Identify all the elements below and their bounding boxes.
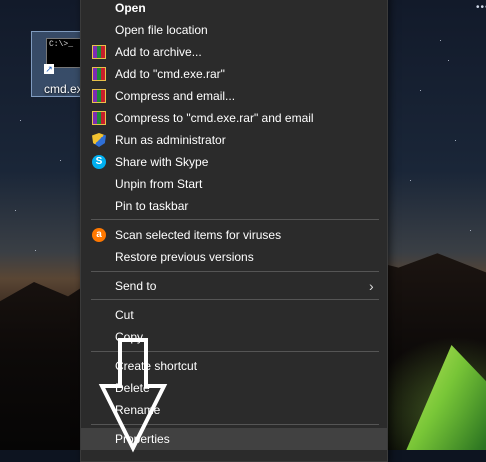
avast-icon: a <box>92 228 106 242</box>
top-dots: ••• <box>476 2 486 13</box>
menu-item-pin-to-taskbar[interactable]: Pin to taskbar <box>81 195 387 217</box>
menu-item-open-file-location[interactable]: Open file location <box>81 19 387 41</box>
menu-separator <box>91 351 379 352</box>
skype-icon: S <box>92 155 106 169</box>
menu-item-label: Delete <box>115 381 150 395</box>
menu-item-scan-for-viruses[interactable]: a Scan selected items for viruses <box>81 224 387 246</box>
menu-separator <box>91 271 379 272</box>
menu-item-delete[interactable]: Delete <box>81 377 387 399</box>
menu-item-label: Run as administrator <box>115 133 226 147</box>
menu-item-add-to-cmd-rar[interactable]: Add to "cmd.exe.rar" <box>81 63 387 85</box>
menu-separator <box>91 424 379 425</box>
context-menu: Open Open file location Add to archive..… <box>80 0 388 462</box>
menu-item-label: Open file location <box>115 23 208 37</box>
menu-item-label: Compress to "cmd.exe.rar" and email <box>115 111 314 125</box>
winrar-icon <box>92 111 106 125</box>
menu-item-label: Pin to taskbar <box>115 199 189 213</box>
menu-item-label: Cut <box>115 308 134 322</box>
menu-item-restore-previous-versions[interactable]: Restore previous versions <box>81 246 387 268</box>
menu-item-compress-and-email[interactable]: Compress and email... <box>81 85 387 107</box>
menu-item-properties[interactable]: Properties <box>81 428 387 450</box>
menu-item-copy[interactable]: Copy <box>81 326 387 348</box>
menu-item-open[interactable]: Open <box>81 0 387 19</box>
menu-item-label: Rename <box>115 403 161 417</box>
menu-item-rename[interactable]: Rename <box>81 399 387 421</box>
menu-item-label: Scan selected items for viruses <box>115 228 282 242</box>
menu-separator <box>91 219 379 220</box>
menu-item-label: Add to archive... <box>115 45 202 59</box>
menu-item-label: Create shortcut <box>115 359 198 373</box>
winrar-icon <box>92 45 106 59</box>
menu-item-unpin-from-start[interactable]: Unpin from Start <box>81 173 387 195</box>
winrar-icon <box>92 67 106 81</box>
menu-item-run-as-administrator[interactable]: Run as administrator <box>81 129 387 151</box>
shortcut-arrow-icon: ↗ <box>44 64 54 74</box>
menu-item-label: Compress and email... <box>115 89 236 103</box>
menu-item-label: Unpin from Start <box>115 177 203 191</box>
menu-item-label: Copy <box>115 330 144 344</box>
menu-item-send-to[interactable]: Send to › <box>81 275 387 297</box>
chevron-right-icon: › <box>369 278 374 294</box>
menu-item-add-to-archive[interactable]: Add to archive... <box>81 41 387 63</box>
menu-item-create-shortcut[interactable]: Create shortcut <box>81 355 387 377</box>
winrar-icon <box>92 89 106 103</box>
uac-shield-icon <box>92 133 106 147</box>
menu-item-share-with-skype[interactable]: S Share with Skype <box>81 151 387 173</box>
menu-item-label: Restore previous versions <box>115 250 254 264</box>
menu-item-cut[interactable]: Cut <box>81 304 387 326</box>
menu-item-label: Send to <box>115 279 157 293</box>
menu-item-label: Properties <box>115 432 170 446</box>
menu-item-compress-to-rar-and-email[interactable]: Compress to "cmd.exe.rar" and email <box>81 107 387 129</box>
menu-item-label: Share with Skype <box>115 155 209 169</box>
menu-item-label: Open <box>115 1 146 15</box>
menu-separator <box>91 299 379 300</box>
menu-item-label: Add to "cmd.exe.rar" <box>115 67 225 81</box>
